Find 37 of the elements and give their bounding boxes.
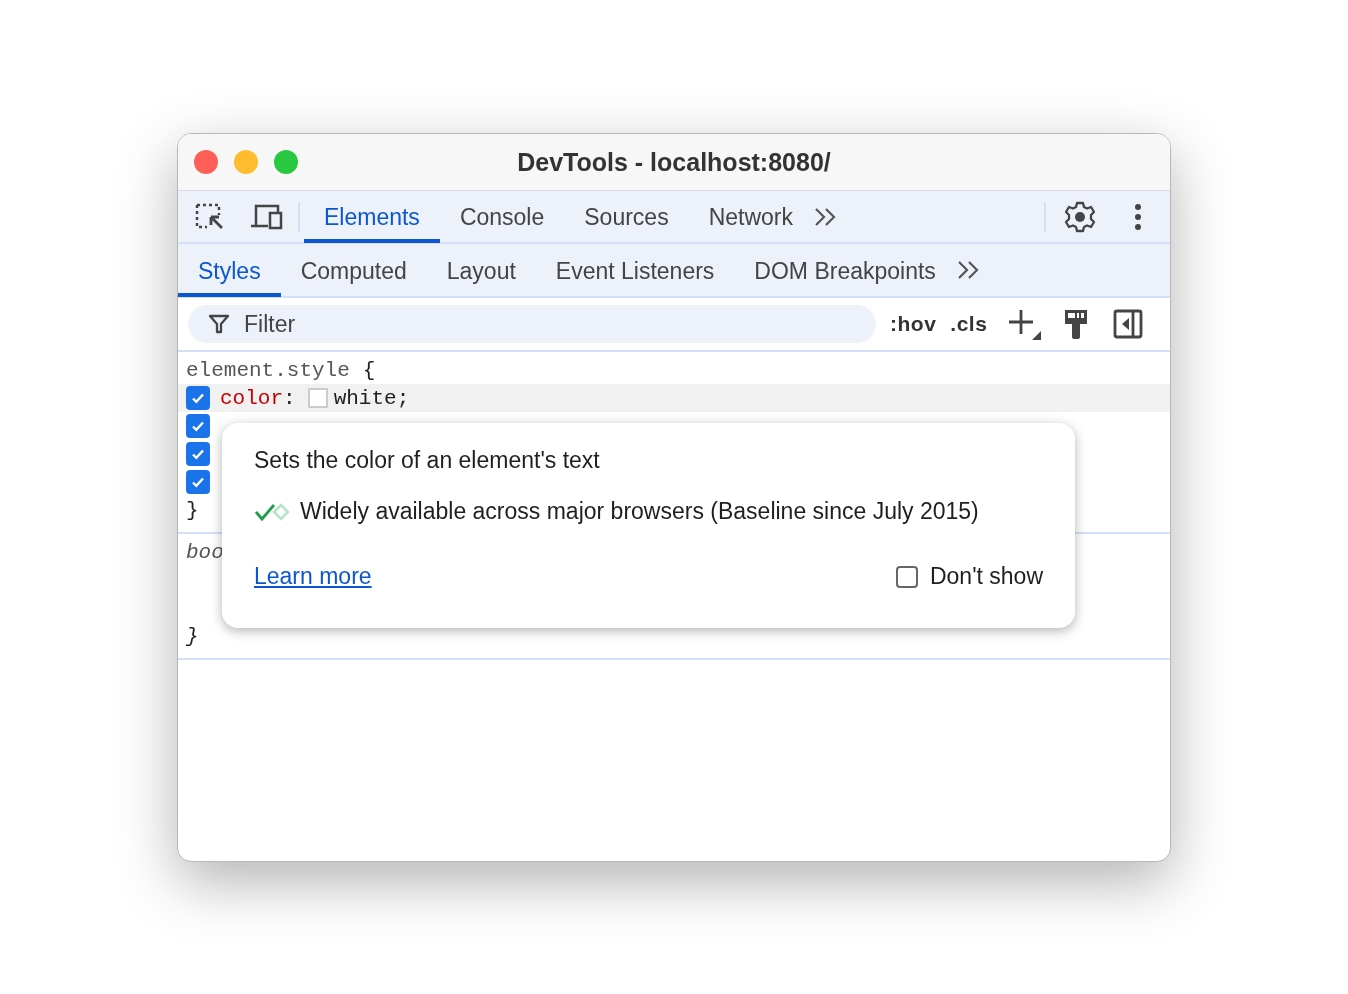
tooltip-description: Sets the color of an element's text [254,447,601,474]
color-swatch[interactable] [307,388,328,408]
css-selector: element.style [186,358,350,382]
sidebar-toggle-icon[interactable] [1113,309,1144,339]
baseline-status: Widely available across major browsers (Baseline since July 2015) [300,498,979,525]
filter-field[interactable]: Filter [188,305,876,343]
close-brace: } [186,624,199,648]
colon: : [283,386,296,410]
checkbox[interactable] [186,414,210,438]
checkbox-label: Don't show [929,563,1043,590]
tab[interactable]: Sources [564,192,689,243]
toolbar-toggle[interactable]: .cls [950,312,988,336]
checkbox[interactable] [186,442,210,466]
tab[interactable]: Network [688,192,813,243]
close-window-button[interactable] [194,150,218,174]
window-title: DevTools - localhost:8080/ [517,147,831,176]
checkbox[interactable] [186,470,210,494]
tab[interactable]: Layout [426,245,536,297]
checkbox[interactable] [895,565,918,588]
more-options-icon[interactable] [1134,202,1142,231]
learn-more-link[interactable]: Learn more [254,563,372,590]
tab[interactable]: DOM Breakpoints [734,245,956,297]
checkbox[interactable] [186,386,210,410]
device-toolbar-icon[interactable] [250,202,284,231]
tab[interactable]: Console [439,192,565,243]
property-value: white; [333,386,410,410]
open-brace: { [362,358,376,382]
tab[interactable]: Computed [280,245,427,297]
toolbar-toggle[interactable]: :hov [890,312,937,336]
close-brace: } [186,498,199,522]
settings-icon[interactable] [1064,200,1096,233]
property-name: color [220,386,283,410]
add-rule-icon[interactable] [1007,307,1044,341]
tab[interactable]: Styles [178,245,281,297]
paint-brush-icon[interactable] [1063,308,1090,340]
tab[interactable]: Event Listeners [535,245,735,297]
css-selector: boo [186,540,224,564]
